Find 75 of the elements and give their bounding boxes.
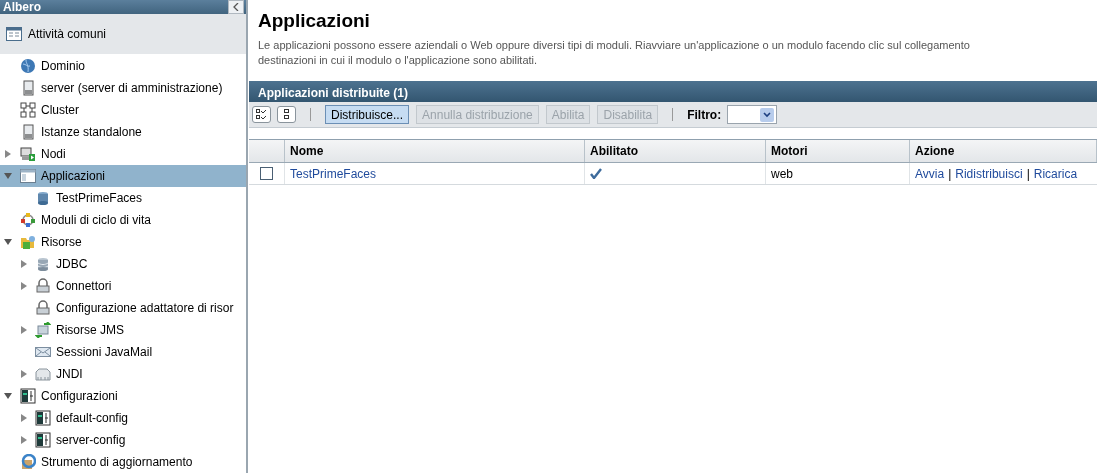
- column-header[interactable]: Nome: [290, 142, 324, 160]
- link-separator: |: [1026, 165, 1030, 183]
- toolbar-button[interactable]: Distribuisce...: [325, 105, 410, 124]
- row-checkbox[interactable]: [260, 167, 273, 180]
- column-header[interactable]: Motori: [771, 142, 808, 160]
- table-cell-text: web: [771, 165, 793, 183]
- tree-item[interactable]: Applicazioni: [0, 165, 246, 187]
- database-icon: [35, 256, 51, 272]
- tree-item[interactable]: TestPrimeFaces: [0, 187, 246, 209]
- tree-item[interactable]: server (server di amministrazione): [0, 77, 246, 99]
- globe-icon: [20, 58, 36, 74]
- connector-icon: [35, 278, 51, 294]
- expand-arrow-icon[interactable]: [19, 282, 28, 290]
- tree-item[interactable]: Sessioni JavaMail: [0, 341, 246, 363]
- tree-item[interactable]: Risorse: [0, 231, 246, 253]
- server-icon: [20, 124, 36, 140]
- action-link[interactable]: Avvia: [915, 164, 945, 183]
- checklist-icon: [256, 109, 267, 120]
- expand-arrow-icon[interactable]: [19, 436, 28, 444]
- computer-icon: [20, 146, 36, 162]
- tree-item[interactable]: Cluster: [0, 99, 246, 121]
- select-all-button[interactable]: [252, 106, 271, 123]
- filter-dropdown[interactable]: [727, 105, 778, 124]
- page-title: Applicazioni: [258, 9, 371, 33]
- column-header[interactable]: Abilitato: [590, 142, 638, 160]
- tree-item[interactable]: Nodi: [0, 143, 246, 165]
- expand-arrow-icon[interactable]: [19, 370, 28, 378]
- folder-icon: [20, 234, 36, 250]
- update-icon: [20, 454, 36, 470]
- common-tasks-item[interactable]: Attività comuni: [0, 14, 246, 54]
- cluster-icon: [20, 102, 36, 118]
- collapse-arrow-icon[interactable]: [4, 238, 12, 246]
- tree-item[interactable]: default-config: [0, 407, 246, 429]
- config-icon: [20, 388, 36, 404]
- tree-item[interactable]: Configurazioni: [0, 385, 246, 407]
- tree-item[interactable]: Strumento di aggiornamento: [0, 451, 246, 473]
- action-link[interactable]: Ricarica: [1033, 164, 1078, 183]
- expand-arrow-icon[interactable]: [19, 414, 28, 422]
- tree-item[interactable]: Istanze standalone: [0, 121, 246, 143]
- config-icon: [35, 410, 51, 426]
- envelope-icon: [35, 344, 51, 360]
- collapse-arrow-icon[interactable]: [4, 172, 12, 180]
- directory-icon: [35, 366, 51, 382]
- app-link[interactable]: TestPrimeFaces: [290, 164, 377, 183]
- expand-arrow-icon[interactable]: [19, 326, 28, 334]
- tree-item[interactable]: server-config: [0, 429, 246, 451]
- tree-item[interactable]: Connettori: [0, 275, 246, 297]
- server-icon: [20, 80, 36, 96]
- collapse-arrow-icon[interactable]: [4, 392, 12, 400]
- database-icon: [35, 190, 51, 206]
- tree-item[interactable]: JDBC: [0, 253, 246, 275]
- action-link[interactable]: Ridistribuisci: [955, 164, 1023, 183]
- panel-title: Albero: [3, 1, 41, 13]
- connector-icon: [35, 300, 51, 316]
- tree-item[interactable]: Risorse JMS: [0, 319, 246, 341]
- deselect-all-button[interactable]: [277, 106, 296, 123]
- column-header[interactable]: Azione: [915, 142, 955, 160]
- tree-item[interactable]: JNDI: [0, 363, 246, 385]
- filter-label: Filtro:: [687, 106, 722, 124]
- tree-item[interactable]: Configurazione adattatore di risor: [0, 297, 246, 319]
- exchange-icon: [35, 322, 51, 338]
- chevron-left-icon: [233, 3, 239, 11]
- ring-icon: [20, 212, 36, 228]
- tree-item[interactable]: Moduli di ciclo di vita: [0, 209, 246, 231]
- expand-arrow-icon[interactable]: [4, 150, 12, 158]
- tree-item[interactable]: Dominio: [0, 55, 246, 77]
- table-icon: [6, 27, 22, 41]
- expand-arrow-icon[interactable]: [19, 260, 28, 268]
- list-icon: [283, 109, 290, 120]
- window-icon: [20, 168, 36, 184]
- link-separator: |: [948, 165, 952, 183]
- collapse-button[interactable]: [228, 0, 244, 14]
- config-icon: [35, 432, 51, 448]
- table-title: Applicazioni distribuite (1): [258, 86, 408, 100]
- page-description: Le applicazioni possono essere aziendali o Web oppure diversi tipi di moduli. Riavviare un'applicazione o un modulo facendo clic sul collegamento destinazioni in cui il modulo o l'applicazione sono abilitati.: [258, 38, 971, 68]
